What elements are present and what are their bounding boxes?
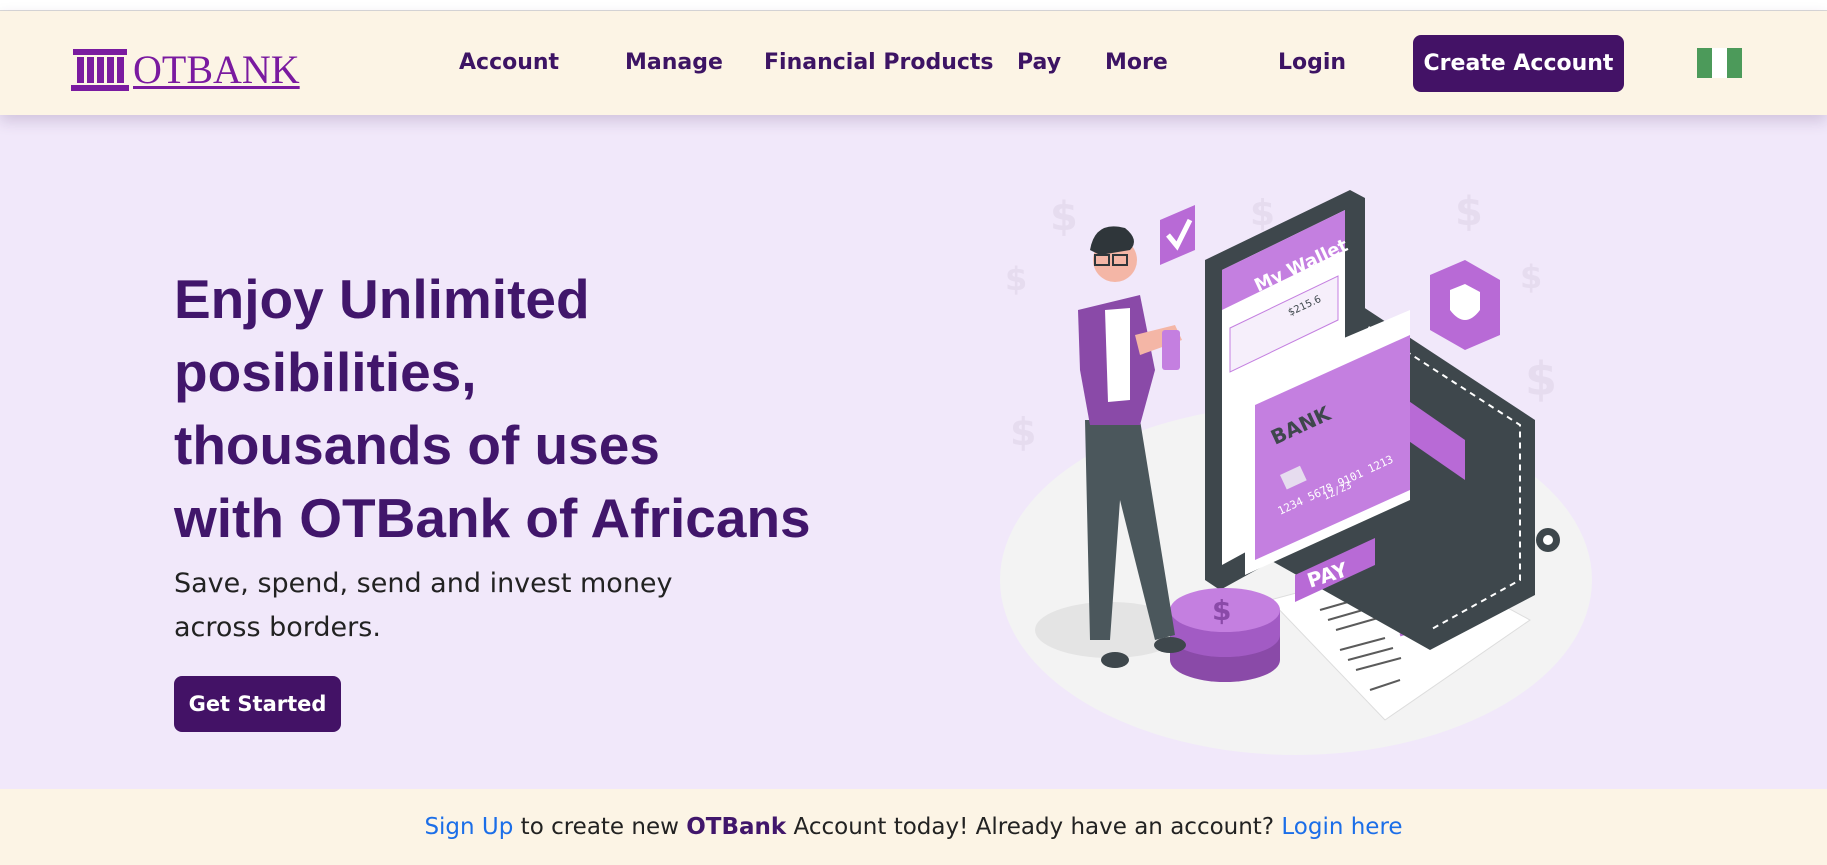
logo[interactable]: OTBANK — [71, 49, 300, 91]
svg-text:$: $ — [1520, 258, 1542, 296]
svg-text:$: $ — [1010, 410, 1036, 454]
signup-banner: Sign Up to create new OTBank Account tod… — [0, 789, 1827, 865]
banner-brand: OTBank — [686, 814, 787, 840]
navbar: OTBANK Account Manage Financial Products… — [0, 11, 1827, 115]
hero-subtitle: Save, spend, send and invest money acros… — [174, 568, 673, 643]
svg-text:$: $ — [1250, 193, 1275, 234]
svg-text:$: $ — [1455, 189, 1483, 235]
svg-text:$: $ — [1005, 260, 1027, 298]
get-started-button[interactable]: Get Started — [174, 676, 341, 732]
banking-illustration: $ $ $ $ $ $ $ My Wallet $215.6 BANK 1234… — [1000, 189, 1592, 755]
nav-pay[interactable]: Pay — [1017, 50, 1061, 75]
top-border — [0, 0, 1827, 11]
nav-financial-products[interactable]: Financial Products — [764, 50, 994, 75]
create-account-button[interactable]: Create Account — [1413, 35, 1624, 92]
sign-up-link[interactable]: Sign Up — [424, 814, 513, 840]
nav-manage[interactable]: Manage — [625, 50, 723, 75]
login-here-link[interactable]: Login here — [1281, 814, 1402, 840]
svg-text:$: $ — [1212, 594, 1231, 627]
nigeria-flag-icon[interactable] — [1697, 48, 1742, 78]
nav-account[interactable]: Account — [459, 50, 559, 75]
nav-login[interactable]: Login — [1278, 50, 1346, 75]
nav-more[interactable]: More — [1105, 50, 1168, 75]
banner-text: to create new — [513, 814, 687, 840]
bank-icon — [71, 49, 129, 91]
hero-title-line: posibilities, — [174, 341, 477, 403]
hero-title-line: with OTBank of Africans — [174, 487, 811, 549]
svg-text:$: $ — [1525, 352, 1557, 406]
logo-text: OTBANK — [133, 47, 300, 92]
hero-title-line: Enjoy Unlimited — [174, 268, 590, 330]
svg-text:$: $ — [1050, 194, 1078, 240]
hero-title-line: thousands of uses — [174, 414, 660, 476]
hero-title: Enjoy Unlimited posibilities, thousands … — [174, 263, 874, 555]
banner-text: Account today! Already have an account? — [786, 814, 1282, 840]
